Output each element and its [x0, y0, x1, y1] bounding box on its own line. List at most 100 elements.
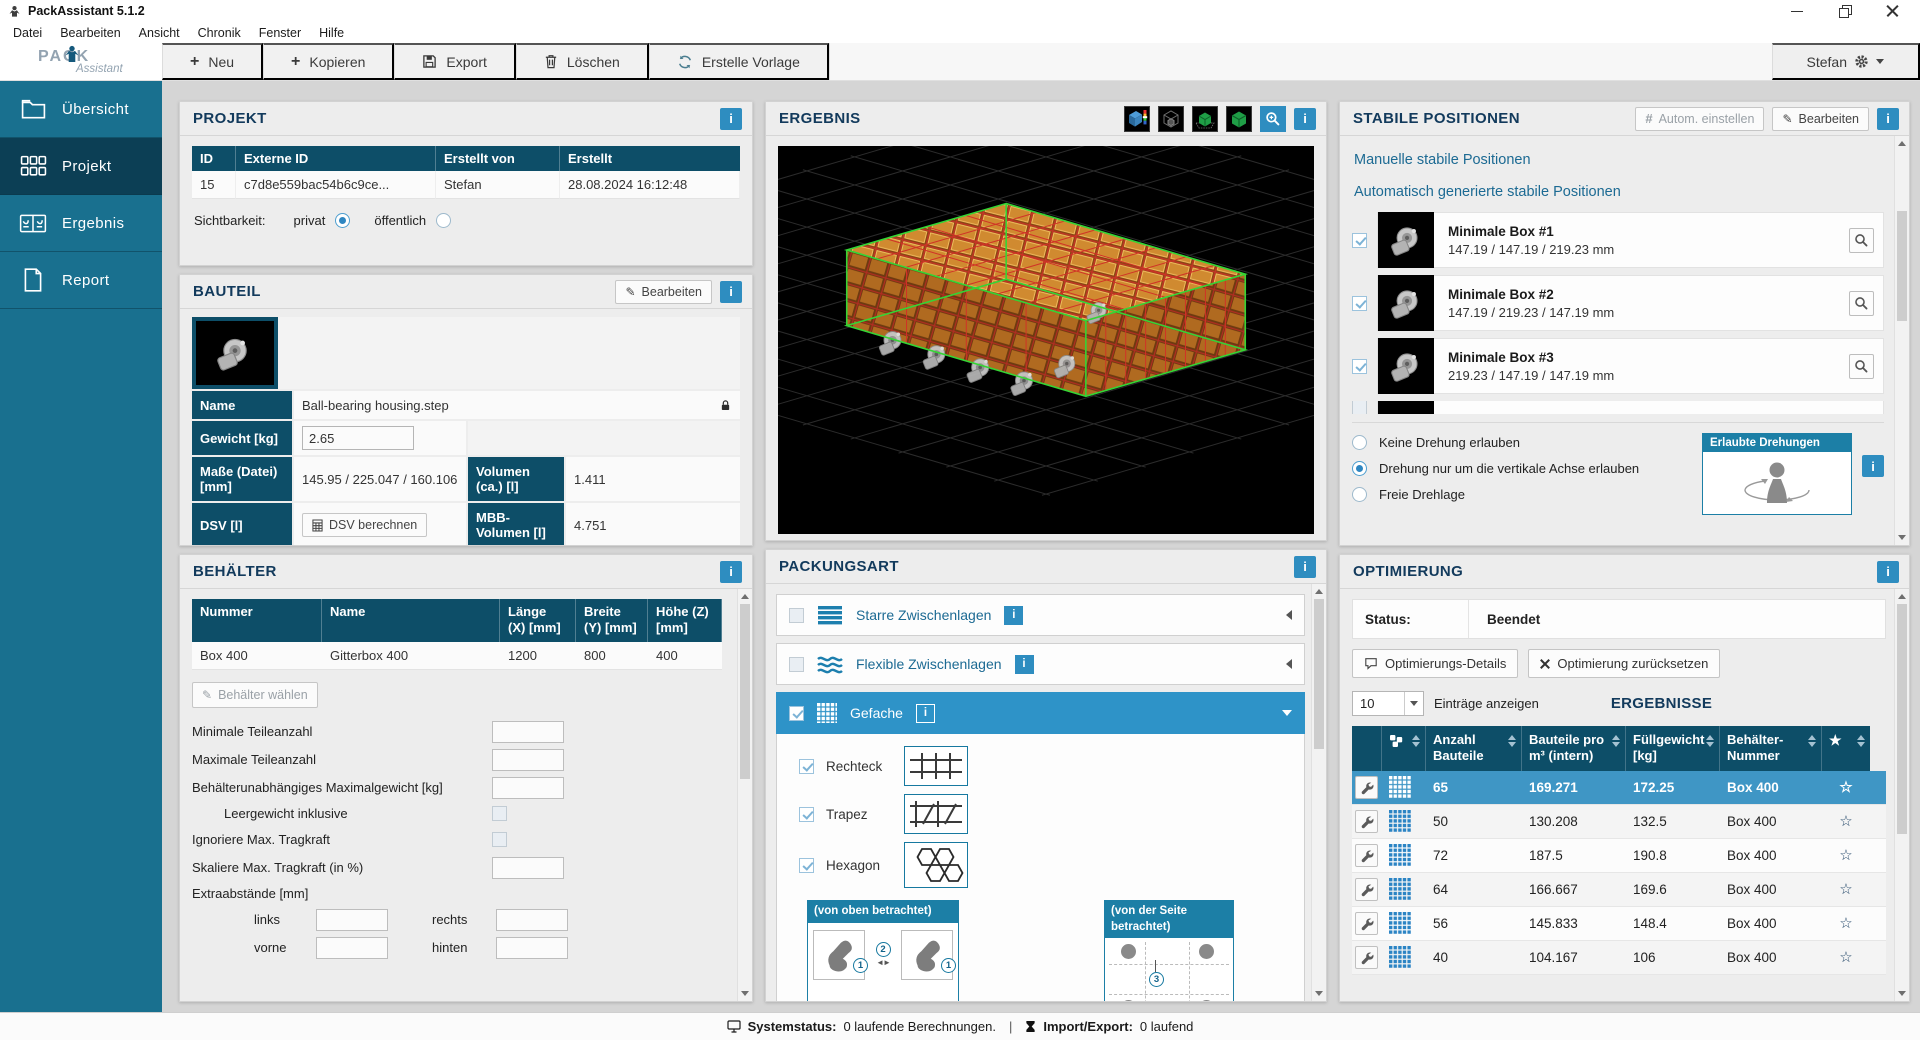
- menu-item[interactable]: Chronik: [189, 26, 250, 40]
- position-checkbox[interactable]: [1352, 401, 1367, 414]
- sidebar-item-report[interactable]: Report: [0, 252, 162, 309]
- gefache-checkbox[interactable]: [789, 706, 804, 721]
- cube-on-grid-view-icon[interactable]: [1192, 106, 1218, 132]
- column-header[interactable]: Erstellt von: [436, 146, 560, 171]
- export-button[interactable]: Export: [394, 43, 515, 80]
- flexible-checkbox[interactable]: [789, 657, 804, 672]
- oeffentlich-radio[interactable]: [436, 213, 451, 228]
- privat-radio[interactable]: [335, 213, 350, 228]
- column-header[interactable]: Höhe (Z) [mm]: [648, 599, 722, 642]
- info-icon[interactable]: i: [1877, 561, 1899, 583]
- rotation-option[interactable]: Drehung nur um die vertikale Achse erlau…: [1352, 461, 1692, 476]
- position-card[interactable]: Minimale Box #2 147.19 / 219.23 / 147.19…: [1377, 275, 1884, 331]
- rotation-radio[interactable]: [1352, 487, 1367, 502]
- minimize-button[interactable]: [1790, 4, 1804, 18]
- info-icon[interactable]: i: [720, 281, 742, 303]
- info-icon[interactable]: i: [1294, 556, 1316, 578]
- page-size-select[interactable]: 10: [1352, 691, 1424, 716]
- sidebar-item-ergebnis[interactable]: Ergebnis: [0, 195, 162, 252]
- starre-zwischenlagen-option[interactable]: Starre Zwischenlagen i: [776, 594, 1305, 636]
- favorite-star-icon[interactable]: ☆: [1822, 771, 1870, 804]
- max-teileanzahl-input[interactable]: [492, 749, 564, 771]
- rotation-option[interactable]: Freie Drehlage: [1352, 487, 1692, 502]
- rotation-radio[interactable]: [1352, 461, 1367, 476]
- configure-icon[interactable]: [1355, 878, 1378, 901]
- hexagon-checkbox[interactable]: [799, 858, 814, 873]
- inspect-position-button[interactable]: [1849, 354, 1874, 379]
- zoom-icon[interactable]: [1260, 106, 1286, 132]
- menu-item[interactable]: Fenster: [250, 26, 310, 40]
- ignoriere-tragkraft-checkbox[interactable]: [492, 832, 507, 847]
- sort-icons[interactable]: [1857, 732, 1865, 747]
- column-header[interactable]: Externe ID: [236, 146, 436, 171]
- create-template-button[interactable]: Erstelle Vorlage: [649, 43, 829, 80]
- position-checkbox[interactable]: [1352, 233, 1367, 248]
- trapez-checkbox[interactable]: [799, 807, 814, 822]
- position-card[interactable]: [1377, 401, 1884, 414]
- copy-button[interactable]: + Kopieren: [263, 43, 394, 80]
- delete-button[interactable]: Löschen: [516, 43, 649, 80]
- new-button[interactable]: + Neu: [162, 43, 263, 80]
- menu-item[interactable]: Ansicht: [130, 26, 189, 40]
- configure-icon[interactable]: [1355, 912, 1378, 935]
- favorite-star-icon[interactable]: ☆: [1822, 907, 1870, 940]
- wireframe-view-icon[interactable]: [1158, 106, 1184, 132]
- rotation-radio[interactable]: [1352, 435, 1367, 450]
- menu-item[interactable]: Bearbeiten: [51, 26, 129, 40]
- sort-icons[interactable]: [1612, 732, 1620, 747]
- favorite-star-icon[interactable]: ☆: [1822, 805, 1870, 838]
- sort-icons[interactable]: [1808, 732, 1816, 747]
- behaelter-column-header[interactable]: Behälter-Nummer: [1720, 726, 1822, 771]
- hinten-input[interactable]: [496, 937, 568, 959]
- scroll-down-icon[interactable]: [1898, 535, 1906, 540]
- favorite-star-icon[interactable]: ☆: [1822, 873, 1870, 906]
- flexible-zwischenlagen-option[interactable]: Flexible Zwischenlagen i: [776, 643, 1305, 685]
- edit-positions-button[interactable]: ✎ Bearbeiten: [1772, 107, 1869, 131]
- inspect-position-button[interactable]: [1849, 228, 1874, 253]
- configure-icon[interactable]: [1355, 776, 1378, 799]
- info-icon[interactable]: i: [720, 561, 742, 583]
- fuellgewicht-column-header[interactable]: Füllgewicht [kg]: [1626, 726, 1720, 771]
- favorite-star-icon[interactable]: ☆: [1822, 839, 1870, 872]
- result-row[interactable]: 50 130.208 132.5 Box 400 ☆: [1352, 805, 1886, 839]
- column-header[interactable]: Name: [322, 599, 500, 642]
- hexagon-pattern-icon[interactable]: [904, 842, 968, 888]
- starre-checkbox[interactable]: [789, 608, 804, 623]
- behaelter-table-row[interactable]: Box 400 Gitterbox 400 1200 800 400: [192, 642, 729, 670]
- column-header[interactable]: Breite (Y) [mm]: [576, 599, 648, 642]
- menu-item[interactable]: Datei: [4, 26, 51, 40]
- position-card[interactable]: Minimale Box #3 219.23 / 147.19 / 147.19…: [1377, 338, 1884, 394]
- column-header[interactable]: Nummer: [192, 599, 322, 642]
- favorite-star-icon[interactable]: ☆: [1822, 941, 1870, 974]
- menu-item[interactable]: Hilfe: [310, 26, 353, 40]
- behaelter-waehlen-button[interactable]: ✎ Behälter wählen: [192, 682, 318, 708]
- favorite-column-header[interactable]: ★: [1822, 726, 1870, 771]
- vertical-scrollbar[interactable]: [1311, 584, 1326, 1001]
- skaliere-tragkraft-input[interactable]: [492, 857, 564, 879]
- dsv-berechnen-button[interactable]: DSV berechnen: [302, 513, 427, 537]
- sort-icons[interactable]: [1508, 732, 1516, 747]
- links-input[interactable]: [316, 909, 388, 931]
- info-icon[interactable]: i: [1877, 108, 1899, 130]
- 3d-viewport[interactable]: [778, 146, 1314, 534]
- vertical-scrollbar[interactable]: [737, 589, 752, 1001]
- result-row[interactable]: 56 145.833 148.4 Box 400 ☆: [1352, 907, 1886, 941]
- gewicht-input[interactable]: [302, 426, 414, 450]
- sort-icons[interactable]: [1706, 732, 1714, 747]
- rotation-option[interactable]: Keine Drehung erlauben: [1352, 435, 1692, 450]
- rechteck-pattern-icon[interactable]: [904, 746, 968, 786]
- edit-part-button[interactable]: ✎ Bearbeiten: [615, 280, 712, 304]
- sidebar-item-projekt[interactable]: Projekt: [0, 138, 162, 195]
- info-icon[interactable]: i: [1004, 606, 1023, 625]
- result-row[interactable]: 72 187.5 190.8 Box 400 ☆: [1352, 839, 1886, 873]
- info-icon[interactable]: i: [1862, 455, 1884, 477]
- vorne-input[interactable]: [316, 937, 388, 959]
- trapez-pattern-icon[interactable]: [904, 794, 968, 834]
- scroll-up-icon[interactable]: [1315, 589, 1323, 594]
- configure-icon[interactable]: [1355, 946, 1378, 969]
- info-icon[interactable]: i: [916, 704, 935, 723]
- scroll-down-icon[interactable]: [1898, 991, 1906, 996]
- vertical-scrollbar[interactable]: [1894, 136, 1909, 545]
- scroll-up-icon[interactable]: [1898, 594, 1906, 599]
- part-thumbnail[interactable]: [192, 317, 278, 389]
